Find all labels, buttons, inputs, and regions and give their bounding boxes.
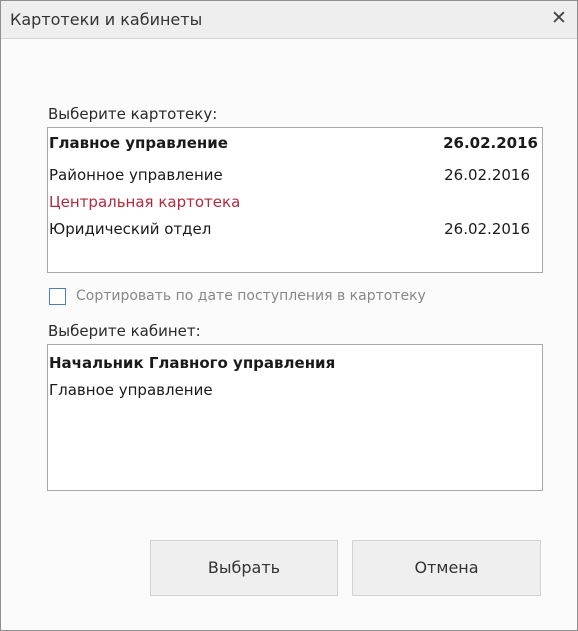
sort-by-date-checkbox[interactable]: [49, 288, 66, 305]
cancel-button[interactable]: Отмена: [352, 540, 541, 596]
cabinet-item[interactable]: Начальник Главного управления: [48, 352, 542, 374]
card-index-list[interactable]: Главное управление 26.02.2016 Районное у…: [47, 127, 543, 273]
cabinet-item[interactable]: Главное управление: [48, 379, 542, 401]
card-index-item[interactable]: Главное управление 26.02.2016: [48, 132, 542, 154]
card-index-label: Выберите картотеку:: [48, 105, 218, 123]
dialog-title: Картотеки и кабинеты: [10, 10, 203, 29]
sort-by-date-label[interactable]: Сортировать по дате поступления в картот…: [76, 288, 426, 304]
select-button[interactable]: Выбрать: [150, 540, 338, 596]
cabinet-list[interactable]: Начальник Главного управления Главное уп…: [47, 344, 543, 491]
card-index-item[interactable]: Юридический отдел 26.02.2016: [48, 218, 542, 240]
close-icon[interactable]: ✕: [547, 6, 571, 30]
card-index-dialog: Картотеки и кабинеты ✕ Выберите картотек…: [0, 0, 578, 631]
title-bar: Картотеки и кабинеты ✕: [1, 1, 577, 39]
card-index-item[interactable]: Районное управление 26.02.2016: [48, 164, 542, 186]
card-index-item[interactable]: Центральная картотека: [48, 191, 542, 213]
cabinet-label: Выберите кабинет:: [48, 322, 201, 340]
